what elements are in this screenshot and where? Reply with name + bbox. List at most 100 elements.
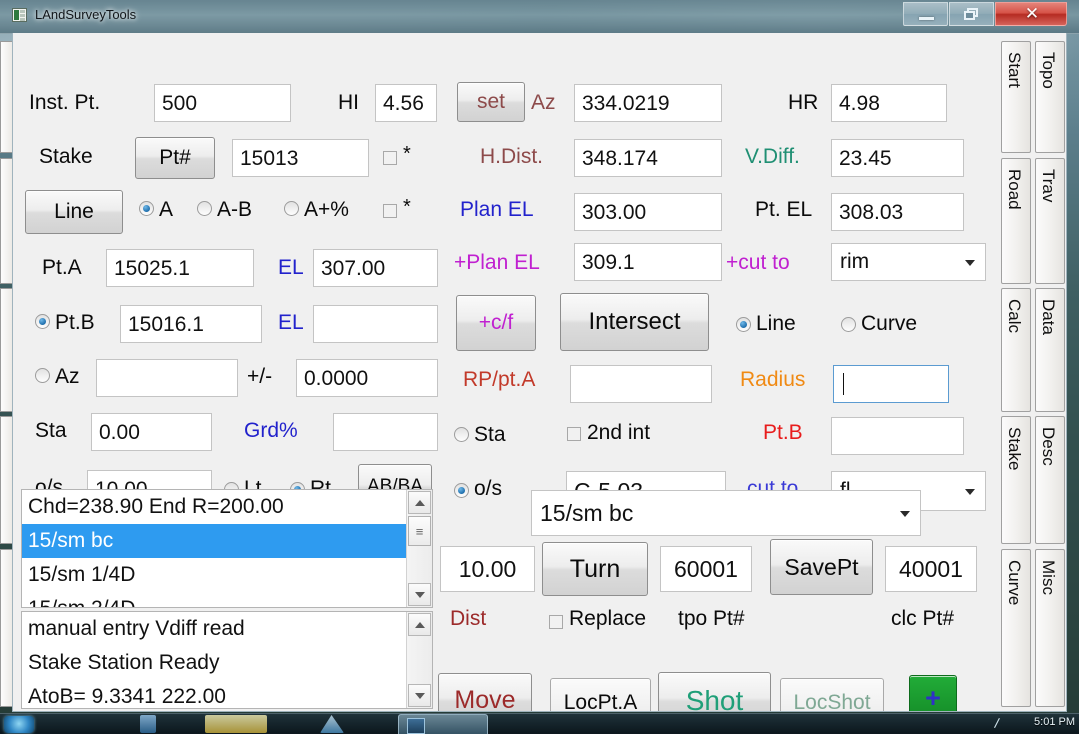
ptb2-input[interactable] — [831, 417, 964, 455]
clc-pt-label: clc Pt# — [891, 607, 955, 630]
tab-label: Start — [1005, 52, 1024, 88]
scroll-thumb[interactable]: ≡ — [408, 516, 431, 546]
left-tab-edge[interactable] — [0, 158, 12, 284]
plusminus-input[interactable]: 0.0000 — [296, 359, 438, 397]
desc-combo[interactable]: 15/sm bc — [531, 490, 921, 536]
savept-button[interactable]: SavePt — [770, 539, 873, 595]
second-int-checkbox[interactable] — [567, 427, 581, 441]
tab-label: Trav — [1039, 169, 1058, 203]
clc-pt-input[interactable]: 40001 — [885, 546, 977, 592]
plus-cut-to-combo[interactable]: rim — [831, 243, 986, 281]
curve-list-rows[interactable]: Chd=238.90 End R=200.00 15/sm bc 15/sm 1/4… — [22, 490, 406, 607]
curve-listbox[interactable]: Chd=238.90 End R=200.00 15/sm bc 15/sm 1/4… — [21, 489, 433, 608]
mode-apct-radio[interactable] — [284, 201, 299, 216]
sta-radio[interactable] — [454, 427, 469, 442]
mode-star-checkbox[interactable] — [383, 204, 397, 218]
scroll-up-button[interactable] — [408, 613, 431, 636]
dist-input[interactable]: 10.00 — [440, 546, 535, 592]
tab-stake[interactable]: Stake — [1001, 416, 1031, 544]
turn-button[interactable]: Turn — [542, 542, 648, 596]
line-radio[interactable] — [736, 317, 751, 332]
scroll-down-button[interactable] — [408, 684, 431, 707]
left-tab-edge[interactable] — [0, 416, 12, 544]
desc-combo-value: 15/sm bc — [540, 499, 634, 526]
curve-scrollbar[interactable]: ≡ — [406, 490, 432, 607]
taskbar-item-3[interactable] — [320, 715, 344, 733]
tab-desc[interactable]: Desc — [1035, 416, 1065, 544]
shot-button[interactable]: Shot — [658, 672, 771, 711]
close-button[interactable]: ✕ — [995, 2, 1067, 26]
curve-radio[interactable] — [841, 317, 856, 332]
tpo-pt-input[interactable]: 60001 — [660, 546, 752, 592]
left-tab-edge[interactable] — [0, 288, 12, 412]
rp-pta-input[interactable] — [570, 365, 712, 403]
scroll-up-button[interactable] — [408, 491, 431, 514]
list-item[interactable]: 15/sm 2/4D — [22, 592, 406, 607]
intersect-button[interactable]: Intersect — [560, 293, 709, 351]
plus-cf-button[interactable]: +c/f — [456, 295, 536, 351]
grd-input[interactable] — [333, 413, 438, 451]
os-radio[interactable] — [454, 483, 469, 498]
mode-ab-radio[interactable] — [197, 201, 212, 216]
taskbar-item-2[interactable] — [205, 715, 267, 733]
list-item[interactable]: 15/sm bc — [22, 524, 406, 558]
tab-curve[interactable]: Curve — [1001, 549, 1031, 707]
minimize-button[interactable] — [903, 2, 948, 26]
maximize-button[interactable] — [949, 2, 994, 26]
tab-misc[interactable]: Misc — [1035, 549, 1065, 707]
az2-input[interactable] — [96, 359, 238, 397]
taskbar-item-1[interactable] — [140, 715, 156, 733]
az-input[interactable]: 334.0219 — [574, 84, 722, 122]
pt-star-checkbox[interactable] — [383, 151, 397, 165]
tab-trav[interactable]: Trav — [1035, 158, 1065, 284]
plus-plan-el-input[interactable]: 309.1 — [574, 243, 722, 281]
list-item[interactable]: manual entry Vdiff read — [22, 612, 406, 646]
list-item[interactable]: AtoB= 9.3341 222.00 — [22, 680, 406, 708]
vdiff-input[interactable]: 23.45 — [831, 139, 964, 177]
sta-input[interactable]: 0.00 — [91, 413, 212, 451]
status-list-rows[interactable]: manual entry Vdiff read Stake Station Rea… — [22, 612, 406, 708]
radius-input[interactable] — [833, 365, 949, 403]
tab-start[interactable]: Start — [1001, 41, 1031, 153]
set-button[interactable]: set — [457, 82, 525, 122]
hr-input[interactable]: 4.98 — [831, 84, 947, 122]
left-tab-edge[interactable] — [0, 549, 12, 707]
status-scrollbar[interactable] — [406, 612, 432, 708]
ptb-input[interactable]: 15016.1 — [120, 305, 262, 343]
add-button[interactable]: + — [909, 675, 957, 711]
pt-el-input[interactable]: 308.03 — [831, 193, 964, 231]
locshot-button[interactable]: LocShot — [780, 678, 884, 711]
replace-checkbox[interactable] — [549, 615, 563, 629]
left-tab-edge[interactable] — [0, 41, 12, 153]
hdist-input[interactable]: 348.174 — [574, 139, 722, 177]
locpta-button[interactable]: LocPt.A — [550, 678, 651, 711]
plan-el-input[interactable]: 303.00 — [574, 193, 722, 231]
text-caret — [843, 373, 844, 395]
tab-label: Curve — [1005, 560, 1024, 606]
pt-hash-button[interactable]: Pt# — [135, 137, 215, 179]
left-tab-strip — [0, 33, 12, 712]
tab-road[interactable]: Road — [1001, 158, 1031, 284]
ptb-radio[interactable] — [35, 314, 50, 329]
inst-pt-label: Inst. Pt. — [29, 91, 101, 114]
tab-data[interactable]: Data — [1035, 288, 1065, 412]
taskbar-active-window[interactable] — [398, 714, 488, 734]
pta-input[interactable]: 15025.1 — [106, 249, 254, 287]
pt-hash-input[interactable]: 15013 — [232, 139, 369, 177]
status-listbox[interactable]: manual entry Vdiff read Stake Station Rea… — [21, 611, 433, 709]
start-button[interactable] — [4, 716, 34, 733]
line-button[interactable]: Line — [25, 190, 123, 234]
list-item[interactable]: Stake Station Ready — [22, 646, 406, 680]
el-a-input[interactable]: 307.00 — [313, 249, 438, 287]
list-item[interactable]: Chd=238.90 End R=200.00 — [22, 490, 406, 524]
hi-input[interactable]: 4.56 — [375, 84, 437, 122]
el-b-input[interactable] — [313, 305, 438, 343]
move-button[interactable]: Move — [438, 673, 532, 711]
tab-topo[interactable]: Topo — [1035, 41, 1065, 153]
az2-radio[interactable] — [35, 368, 50, 383]
inst-pt-input[interactable]: 500 — [154, 84, 291, 122]
mode-a-radio[interactable] — [139, 201, 154, 216]
scroll-down-button[interactable] — [408, 583, 431, 606]
list-item[interactable]: 15/sm 1/4D — [22, 558, 406, 592]
tab-calc[interactable]: Calc — [1001, 288, 1031, 412]
